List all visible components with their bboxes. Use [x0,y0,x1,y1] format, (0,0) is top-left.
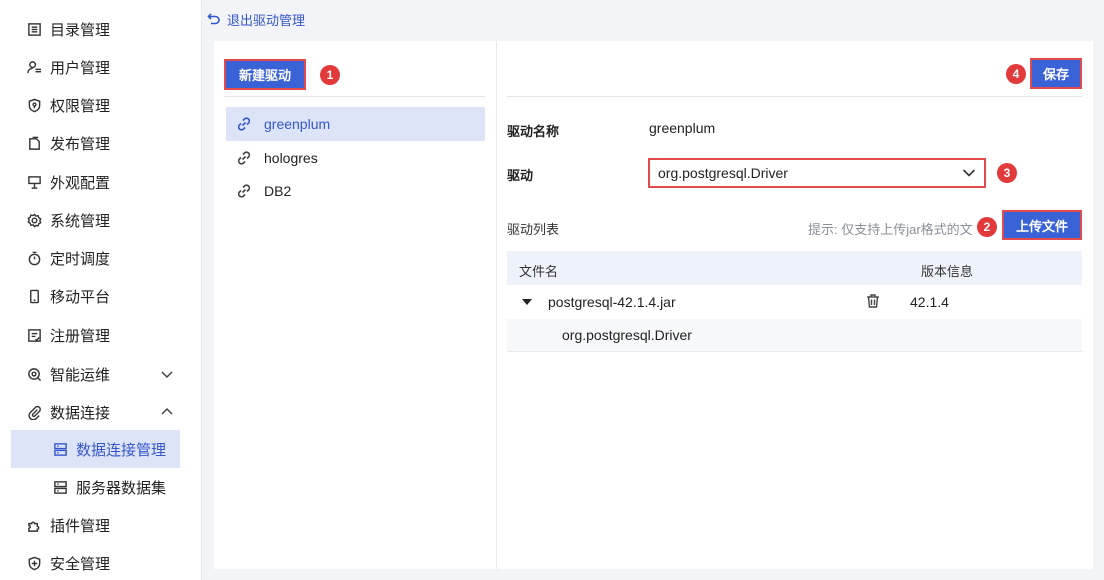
security-icon [25,554,43,572]
sidebar-item-label: 权限管理 [50,97,111,115]
sidebar-item-security[interactable]: 安全管理 [0,544,202,580]
publish-icon [25,134,43,152]
sidebar-item-label: 发布管理 [50,135,111,153]
jar-version: 42.1.4 [910,294,949,310]
sidebar-item-label: 系统管理 [50,212,111,230]
expand-caret-icon[interactable] [522,299,532,305]
column-header-filename: 文件名 [519,264,559,279]
sidebar-item-publish[interactable]: 发布管理 [0,124,202,162]
exit-driver-management-link[interactable]: 退出驱动管理 [207,9,305,29]
chevron-down-icon [962,169,976,177]
list-icon [25,20,43,38]
database-icon [51,440,69,458]
sidebar-item-system[interactable]: 系统管理 [0,201,202,239]
driver-item-label: hologres [264,150,318,166]
driver-list-label: 驱动列表 [507,222,560,237]
link-icon [237,184,251,198]
column-header-version: 版本信息 [921,264,974,279]
sidebar-item-permissions[interactable]: 权限管理 [0,86,202,124]
step-badge-1: 1 [320,65,340,85]
left-divider [224,96,485,97]
sidebar-subitem-data-connection-management[interactable]: 数据连接管理 [11,430,180,468]
sidebar-item-appearance[interactable]: 外观配置 [0,163,202,201]
driver-item-label: DB2 [264,183,292,199]
chevron-up-icon[interactable] [160,405,174,419]
driver-item-db2[interactable]: DB2 [226,174,485,208]
upload-file-button[interactable]: 上传文件 [1002,210,1082,240]
sidebar-subitem-label: 数据连接管理 [76,441,167,459]
timer-icon [25,249,43,267]
gear-icon [25,211,43,229]
save-button[interactable]: 保存 [1030,58,1082,89]
server-dataset-icon [51,478,69,496]
sidebar-subitem-server-dataset[interactable]: 服务器数据集 [11,468,180,506]
sidebar-item-label: 外观配置 [50,174,111,192]
driver-class-name: org.postgresql.Driver [562,327,692,343]
paperclip-icon [25,403,43,421]
driver-item-label: greenplum [264,116,331,132]
step-badge-4: 4 [1006,64,1026,84]
table-row-child: org.postgresql.Driver [507,319,1082,352]
appearance-icon [25,173,43,191]
step-badge-2: 2 [977,217,997,237]
back-arrow-icon [207,13,220,25]
sidebar-item-users[interactable]: 用户管理 [0,48,202,86]
driver-name-value: greenplum [649,120,716,136]
sidebar-item-label: 目录管理 [50,21,111,39]
driver-name-label: 驱动名称 [507,124,560,139]
table-row: postgresql-42.1.4.jar 42.1.4 [507,286,1082,319]
sidebar-item-label: 移动平台 [50,288,111,306]
sidebar-item-data-connection[interactable]: 数据连接 [0,393,202,431]
sidebar-item-label: 插件管理 [50,517,111,535]
link-icon [237,151,251,165]
sidebar-item-label: 用户管理 [50,59,111,77]
mobile-icon [25,287,43,305]
driver-label: 驱动 [507,168,534,183]
sidebar-item-label: 数据连接 [50,404,111,422]
new-driver-button[interactable]: 新建驱动 [224,59,306,90]
user-list-icon [25,58,43,76]
register-icon [25,326,43,344]
sidebar-item-label: 智能运维 [50,366,111,384]
delete-trash-icon[interactable] [865,293,881,312]
driver-table-header: 文件名 版本信息 [507,251,1082,285]
sidebar-item-label: 定时调度 [50,250,111,268]
shield-lock-icon [25,96,43,114]
sidebar-item-label: 安全管理 [50,555,111,573]
sidebar-item-schedule[interactable]: 定时调度 [0,239,202,277]
link-icon [237,117,251,131]
sidebar-item-mobile[interactable]: 移动平台 [0,277,202,315]
step-badge-3: 3 [997,163,1017,183]
driver-class-select[interactable]: org.postgresql.Driver [648,158,986,188]
sidebar: 目录管理 用户管理 权限管理 发布管理 外观配置 系统管理 定时调度 移动平台 … [0,0,202,580]
sidebar-item-register[interactable]: 注册管理 [0,316,202,354]
save-button-label: 保存 [1042,67,1069,82]
sidebar-subitem-label: 服务器数据集 [76,479,167,497]
driver-management-panel: 新建驱动 1 greenplum hologres DB2 4 保存 驱动名称 … [214,41,1093,569]
upload-file-button-label: 上传文件 [1015,218,1068,234]
jar-file-name: postgresql-42.1.4.jar [548,294,676,310]
sidebar-item-label: 注册管理 [50,327,111,345]
puzzle-icon [25,516,43,534]
back-link-label: 退出驱动管理 [227,12,306,28]
driver-item-hologres[interactable]: hologres [226,141,485,175]
chevron-down-icon[interactable] [160,367,174,381]
driver-class-selected: org.postgresql.Driver [658,165,788,181]
ops-icon [25,365,43,383]
sidebar-item-ops[interactable]: 智能运维 [0,355,202,393]
sidebar-item-plugins[interactable]: 插件管理 [0,506,202,544]
right-divider [507,96,1082,97]
new-driver-button-label: 新建驱动 [238,68,291,83]
sidebar-item-catalog[interactable]: 目录管理 [0,10,202,48]
driver-list-pane: 新建驱动 1 greenplum hologres DB2 [214,41,497,569]
driver-item-greenplum[interactable]: greenplum [226,107,485,141]
upload-hint: 提示: 仅支持上传jar格式的文 [808,222,973,237]
